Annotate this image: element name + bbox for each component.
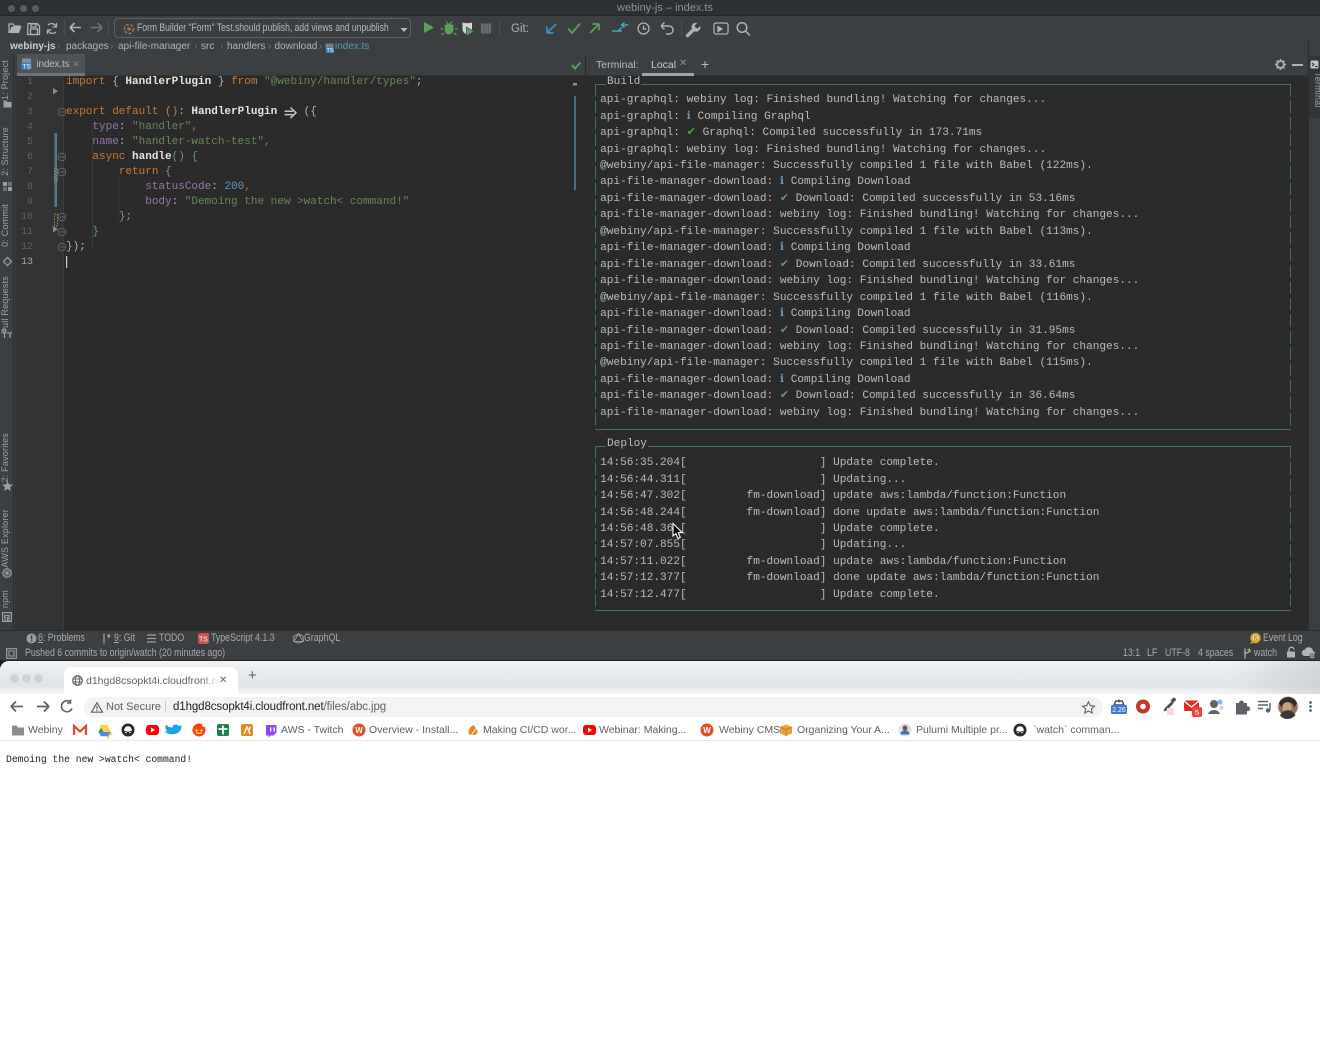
svg-text:W: W <box>355 726 363 735</box>
svg-text:5: 5 <box>1195 708 1199 717</box>
svg-text:W: W <box>703 726 711 735</box>
svg-text:6: 6 <box>1254 635 1258 642</box>
svg-text:Git:: Git: <box>511 23 529 35</box>
svg-text:2.26: 2.26 <box>1112 707 1126 714</box>
svg-text:TS: TS <box>199 637 208 644</box>
svg-text:TS: TS <box>22 64 31 71</box>
